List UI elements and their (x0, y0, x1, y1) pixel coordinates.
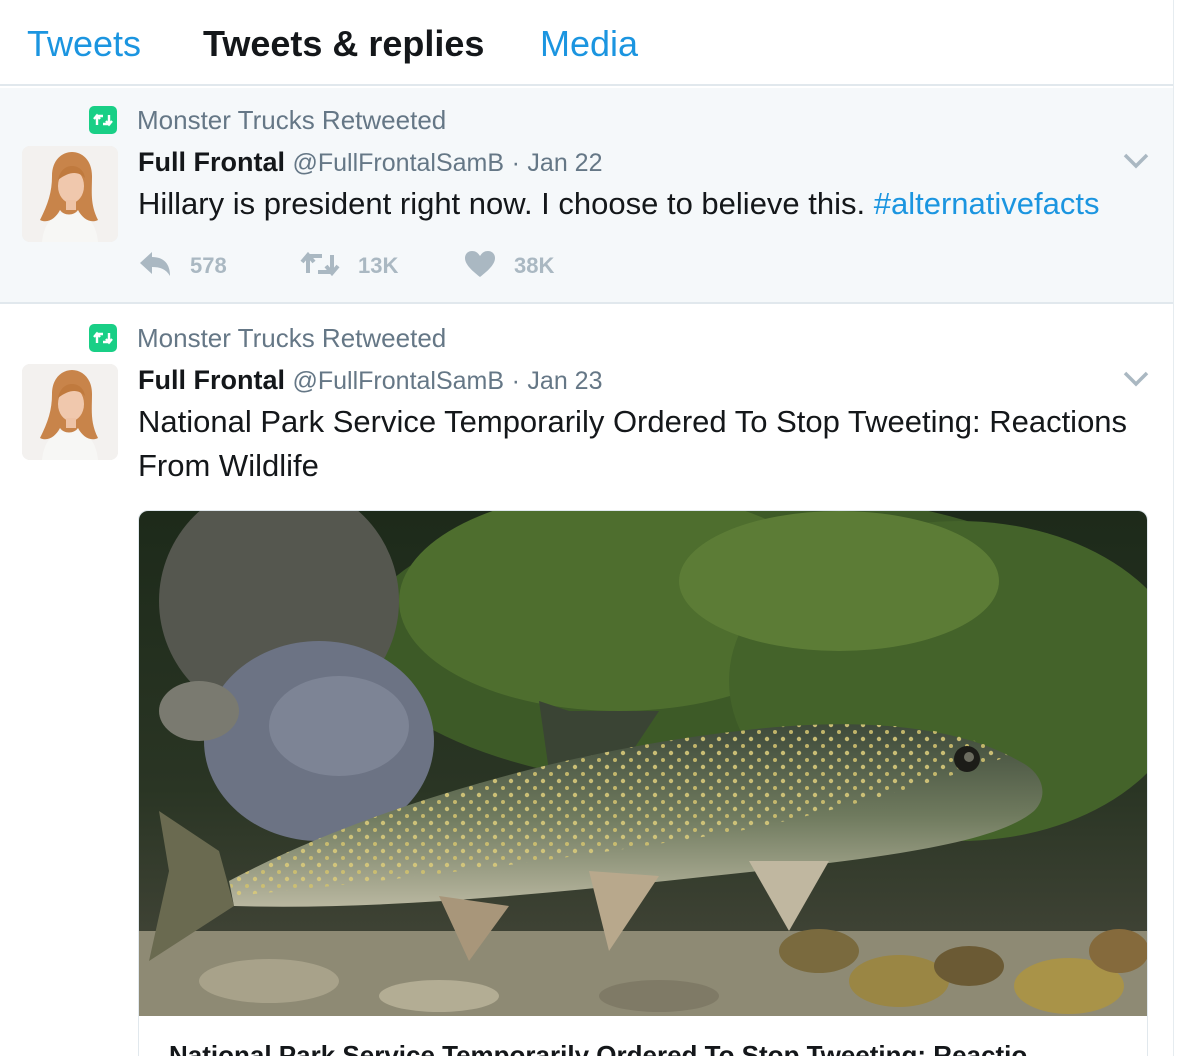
retweet-context-text[interactable]: Monster Trucks Retweeted (137, 323, 446, 353)
tab-tweets-and-replies[interactable]: Tweets & replies (203, 22, 484, 66)
header-separator: · (511, 149, 520, 177)
like-button[interactable]: 38K (464, 246, 554, 286)
reply-icon (138, 250, 172, 283)
tweet[interactable]: Monster Trucks Retweeted Full Frontal @F… (0, 88, 1173, 304)
profile-tabs: Tweets Tweets & replies Media (0, 0, 1173, 86)
avatar[interactable] (22, 364, 118, 460)
retweet-button[interactable]: 13K (300, 246, 398, 286)
card-title: National Park Service Temporarily Ordere… (169, 1040, 1028, 1056)
tweet-header: Full Frontal @FullFrontalSamB · Jan 22 (138, 145, 602, 180)
reply-button[interactable]: 578 (138, 246, 227, 286)
retweet-icon (89, 106, 117, 134)
tweet-text: Hillary is president right now. I choose… (138, 182, 1148, 226)
tweet-text: National Park Service Temporarily Ordere… (138, 404, 1128, 483)
author-username[interactable]: @FullFrontalSamB (293, 367, 505, 395)
heart-icon (464, 250, 496, 283)
author-fullname[interactable]: Full Frontal (138, 147, 285, 177)
reply-count: 578 (190, 253, 227, 278)
author-username[interactable]: @FullFrontalSamB (293, 149, 505, 177)
retweet-count: 13K (358, 253, 399, 278)
tweet[interactable]: Monster Trucks Retweeted Full Frontal @F… (0, 306, 1173, 1056)
tweet-header: Full Frontal @FullFrontalSamB · Jan 23 (138, 363, 602, 398)
tweet-timestamp[interactable]: Jan 23 (527, 367, 602, 395)
profile-timeline: Tweets Tweets & replies Media Monster Tr… (0, 0, 1174, 1056)
like-count: 38K (514, 253, 555, 278)
link-card[interactable]: National Park Service Temporarily Ordere… (138, 510, 1148, 1056)
tab-media[interactable]: Media (540, 22, 638, 66)
tab-tweets[interactable]: Tweets (27, 22, 141, 66)
author-fullname[interactable]: Full Frontal (138, 365, 285, 395)
chevron-down-icon[interactable] (1122, 150, 1150, 172)
retweet-icon (300, 250, 340, 283)
retweet-icon (89, 324, 117, 352)
chevron-down-icon[interactable] (1122, 368, 1150, 390)
header-separator: · (511, 367, 520, 395)
hashtag-link[interactable]: #alternativefacts (874, 186, 1100, 221)
avatar[interactable] (22, 146, 118, 242)
card-image (139, 511, 1147, 1016)
tweet-timestamp[interactable]: Jan 22 (527, 149, 602, 177)
retweet-context-text[interactable]: Monster Trucks Retweeted (137, 105, 446, 135)
tweet-text-body: Hillary is president right now. I choose… (138, 186, 874, 221)
